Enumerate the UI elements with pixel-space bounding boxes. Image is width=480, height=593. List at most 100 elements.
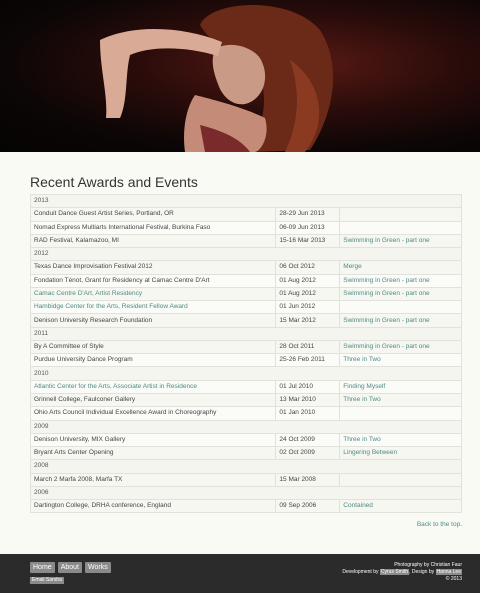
event-date: 06 Oct 2012 [275, 260, 341, 275]
event-row: Grinnell College, Faulconer Gallery 13 Ma… [29, 392, 462, 408]
event-row: Nomad Express Multiarts International Fe… [29, 220, 462, 235]
event-date: 15 Mar 2008 [275, 472, 341, 487]
event-date: 24 Oct 2009 [275, 432, 341, 448]
event-title: Texas Dance Improvisation Festival 2012 [29, 260, 277, 275]
event-date: 06-09 Jun 2013 [275, 220, 341, 235]
event-title: RAD Festival, Kalamazoo, MI [29, 233, 277, 249]
event-row: Denison University, MIX Gallery 24 Oct 20… [29, 432, 462, 448]
event-date: 25-26 Feb 2011 [275, 353, 341, 368]
event-title: Dartington College, DRHA conference, Eng… [29, 499, 277, 514]
year-row: 2010 [30, 366, 462, 381]
event-piece[interactable]: Finding Myself [339, 379, 462, 394]
nav-about-button[interactable]: About [57, 562, 82, 573]
event-row: Camac Centre D'Art, Artist Residency 01 A… [29, 286, 462, 302]
event-title: Conduit Dance Guest Artist Series, Portl… [29, 207, 277, 222]
year-row: 2006 [30, 485, 462, 501]
event-row: Dartington College, DRHA conference, Eng… [29, 499, 462, 514]
event-piece[interactable]: Lingering Between [339, 446, 462, 461]
event-date: 01 Aug 2012 [275, 273, 341, 288]
event-piece[interactable]: Merge [339, 260, 462, 275]
event-piece [339, 220, 462, 235]
back-to-top-link[interactable]: Back to the top. [417, 521, 462, 528]
event-piece [339, 207, 462, 222]
event-date: 28 Oct 2011 [275, 339, 341, 355]
event-row: Texas Dance Improvisation Festival 2012 0… [29, 260, 462, 275]
event-row: Ohio Arts Council Individual Excellence … [29, 406, 462, 421]
event-title: Fondation Ténot, Grant for Residency at … [29, 273, 277, 288]
footer-nav: Home About Works [30, 562, 111, 573]
event-piece[interactable]: Three in Two [339, 353, 462, 368]
event-row: By A Committee of Style 28 Oct 2011 Swimmi… [29, 339, 462, 355]
event-row: Fondation Ténot, Grant for Residency at … [29, 273, 462, 288]
nav-works-button[interactable]: Works [84, 562, 111, 573]
dancer-photo-illustration [100, 5, 334, 152]
event-date: 15 Mar 2012 [275, 313, 341, 328]
year-label: 2011 [30, 326, 462, 341]
event-piece[interactable]: Swimming in Green - part one [339, 233, 462, 249]
event-title: March 2 Marfa 2008, Marfa TX [29, 472, 277, 487]
main-content: Recent Awards and Events 2013 Conduit Dan… [29, 152, 462, 514]
event-title: Ohio Arts Council Individual Excellence … [29, 406, 277, 421]
event-title: Purdue University Dance Program [29, 353, 277, 368]
developer-link[interactable]: Cyrus Smith [379, 569, 410, 575]
email-link[interactable]: Email Sandra [30, 577, 65, 584]
photo-credit: Photography by Christian Faur [394, 562, 462, 568]
events-table: 2013 Conduit Dance Guest Artist Series, P… [29, 193, 462, 514]
dev-design-credit: Development by Cyrus Smith, Design by Ha… [342, 569, 462, 576]
copyright: © 2013 [445, 576, 462, 582]
event-date: 28-29 Jun 2013 [275, 207, 341, 222]
footer: Home About Works Email Sandra Photograph… [0, 554, 480, 593]
event-date: 01 Jun 2012 [275, 300, 341, 315]
event-piece [339, 300, 462, 315]
year-row: 2012 [30, 247, 462, 262]
year-row: 2009 [30, 419, 462, 434]
event-piece[interactable]: Swimming in Green - part one [339, 339, 462, 355]
event-piece[interactable]: Swimming in Green - part one [339, 286, 462, 302]
event-date: 01 Aug 2012 [275, 286, 341, 302]
event-title: Denison University Research Foundation [29, 313, 277, 328]
year-label: 2010 [30, 366, 462, 381]
event-date: 15-16 Mar 2013 [275, 233, 341, 249]
event-piece[interactable]: Three in Two [339, 432, 462, 448]
event-row: Conduit Dance Guest Artist Series, Portl… [29, 207, 462, 222]
event-date: 09 Sep 2006 [275, 499, 341, 514]
event-date: 02 Oct 2009 [275, 446, 341, 461]
event-row: March 2 Marfa 2008, Marfa TX 15 Mar 2008 [29, 472, 462, 487]
event-date: 01 Jan 2010 [275, 406, 341, 421]
event-date: 01 Jul 2010 [275, 379, 341, 394]
event-row: Denison University Research Foundation 15… [29, 313, 462, 328]
event-piece[interactable]: Three in Two [339, 392, 462, 408]
section-title: Recent Awards and Events [30, 174, 198, 190]
year-label: 2009 [30, 419, 462, 434]
event-piece[interactable]: Swimming in Green - part one [339, 313, 462, 328]
event-row: Hambidge Center for the Arts, Resident F… [29, 300, 462, 315]
event-title[interactable]: Hambidge Center for the Arts, Resident F… [29, 300, 277, 315]
year-label: 2013 [30, 193, 462, 209]
event-piece [339, 472, 462, 487]
nav-home-button[interactable]: Home [30, 562, 55, 573]
hero-photo [0, 0, 480, 152]
year-label: 2006 [30, 485, 462, 501]
event-row: Atlantic Center for the Arts, Associate … [29, 379, 462, 394]
year-row: 2011 [30, 326, 462, 341]
event-title: Bryant Arts Center Opening [29, 446, 277, 461]
event-piece[interactable]: Contained [339, 499, 462, 514]
event-row: RAD Festival, Kalamazoo, MI 15-16 Mar 201… [29, 233, 462, 249]
event-title: Nomad Express Multiarts International Fe… [29, 220, 277, 235]
event-row: Bryant Arts Center Opening 02 Oct 2009 Lin… [29, 446, 462, 461]
event-title[interactable]: Atlantic Center for the Arts, Associate … [29, 379, 277, 394]
dev-prefix: Development by [342, 569, 380, 575]
event-row: Purdue University Dance Program 25-26 Feb… [29, 353, 462, 368]
credits: Photography by Christian Faur Developmen… [342, 562, 462, 583]
year-row: 2008 [30, 459, 462, 474]
design-prefix: , Design by [409, 569, 436, 575]
event-title[interactable]: Camac Centre D'Art, Artist Residency [29, 286, 277, 302]
event-date: 13 Mar 2010 [275, 392, 341, 408]
event-title: Denison University, MIX Gallery [29, 432, 277, 448]
event-title: Grinnell College, Faulconer Gallery [29, 392, 277, 408]
year-label: 2008 [30, 459, 462, 474]
designer-link[interactable]: Hanna Lee [435, 569, 462, 575]
year-row: 2013 [30, 193, 462, 209]
event-piece[interactable]: Swimming in Green - part one [339, 273, 462, 288]
year-label: 2012 [30, 247, 462, 262]
